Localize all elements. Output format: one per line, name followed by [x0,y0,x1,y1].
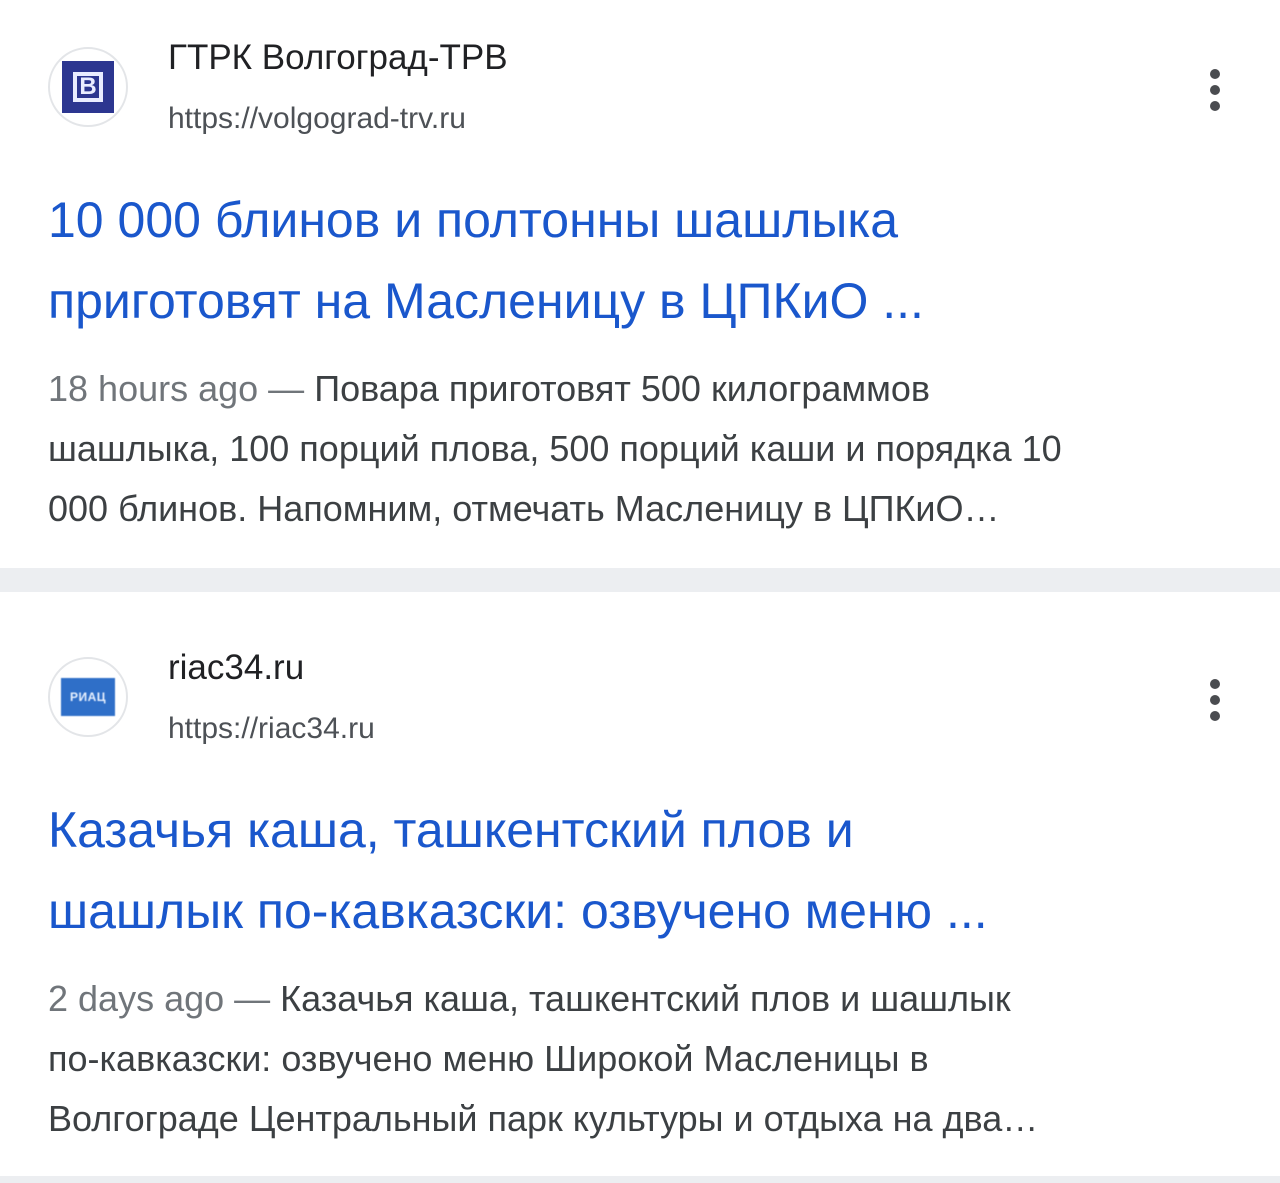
result-snippet: 2 days ago — Казачья каша, ташкентский п… [48,969,1238,1149]
site-favicon[interactable]: РИАЦ [48,657,128,737]
site-url[interactable]: https://volgograd-trv.ru [168,102,466,136]
snippet-line: 000 блинов. Напомним, отмечать Масленицу… [48,488,1000,529]
snippet-line: Волгограде Центральный парк культуры и о… [48,1098,1039,1139]
riac-logo-icon: РИАЦ [61,678,115,716]
result-date: 2 days ago [48,978,225,1019]
title-line: приготовят на Масленицу в ЦПКиО ... [48,273,924,329]
snippet-line: по-кавказски: озвучено меню Широкой Масл… [48,1038,929,1079]
date-separator: — [258,368,315,409]
search-result-card: РИАЦ riac34.ru https://riac34.ru Казачья… [0,592,1280,1176]
dot [1210,679,1220,689]
dot [1210,101,1220,111]
site-favicon[interactable]: B [48,47,128,127]
result-snippet: 18 hours ago — Повара приготовят 500 кил… [48,359,1238,539]
result-divider [0,568,1280,592]
result-date: 18 hours ago [48,368,259,409]
more-vert-icon[interactable] [1198,65,1232,115]
snippet-line: Повара приготовят 500 килограммов [314,368,931,409]
snippet-line: Казачья каша, ташкентский плов и шашлык [280,978,1011,1019]
snippet-line: шашлыка, 100 порций плова, 500 порций ка… [48,428,1062,469]
favicon-text: РИАЦ [69,690,107,704]
dot [1210,85,1220,95]
dot [1210,711,1220,721]
more-vert-icon[interactable] [1198,675,1232,725]
title-line: 10 000 блинов и полтонны шашлыка [48,192,899,248]
trv-logo-icon: B [62,61,114,113]
title-line: Казачья каша, ташкентский плов и [48,802,854,858]
dot [1210,695,1220,705]
search-result-card: B ГТРК Волгоград-ТРВ https://volgograd-t… [0,0,1280,568]
dot [1210,69,1220,79]
result-divider [0,1176,1280,1183]
site-url[interactable]: https://riac34.ru [168,712,375,746]
site-name[interactable]: riac34.ru [168,648,304,688]
site-name[interactable]: ГТРК Волгоград-ТРВ [168,38,508,78]
title-line: шашлык по-кавказски: озвучено меню ... [48,883,988,939]
date-separator: — [224,978,281,1019]
favicon-letter: B [73,72,103,102]
result-title-link[interactable]: 10 000 блинов и полтонны шашлыка пригото… [48,180,1238,342]
result-title-link[interactable]: Казачья каша, ташкентский плов и шашлык … [48,790,1238,952]
